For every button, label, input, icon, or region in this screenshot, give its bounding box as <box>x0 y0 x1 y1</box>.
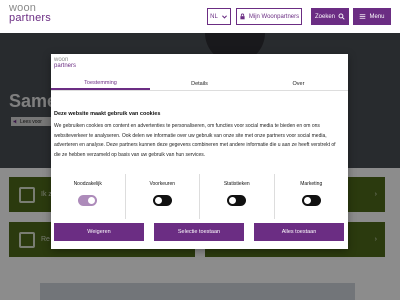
cookie-consent-dialog: woon partners Toestemming Details Over D… <box>51 54 348 249</box>
search-icon <box>338 13 345 20</box>
hamburger-icon <box>360 14 366 19</box>
mijn-woonpartners-label: Mijn Woonpartners <box>248 13 300 20</box>
language-label: NL <box>210 13 218 20</box>
tab-over[interactable]: Over <box>249 78 348 90</box>
chevron-down-icon <box>221 15 227 19</box>
preferences-toggle[interactable] <box>152 195 172 206</box>
allow-all-button[interactable]: Alles toestaan <box>254 223 344 241</box>
category-statistics: Statistieken <box>200 174 275 219</box>
category-necessary: Noodzakelijk <box>51 174 126 219</box>
dialog-title: Deze website maakt gebruik van cookies <box>54 111 161 117</box>
marketing-toggle[interactable] <box>301 195 321 206</box>
mijn-woonpartners-button[interactable]: Mijn Woonpartners <box>236 8 302 25</box>
category-label: Marketing <box>300 181 323 187</box>
menu-label: Menu <box>369 13 385 20</box>
consent-categories: Noodzakelijk Voorkeuren Statistieken Mar… <box>51 174 348 219</box>
category-preferences: Voorkeuren <box>126 174 200 219</box>
language-select[interactable]: NL <box>207 8 231 25</box>
site-logo[interactable]: woon partners <box>9 3 51 24</box>
menu-button[interactable]: Menu <box>353 8 391 25</box>
dialog-body-text: We gebruiken cookies om content en adver… <box>54 123 336 158</box>
dialog-logo: woon partners <box>54 57 76 69</box>
category-label: Noodzakelijk <box>73 181 102 187</box>
deny-button[interactable]: Weigeren <box>54 223 144 241</box>
site-header: woon partners NL Mijn Woonpartners Zoeke… <box>0 0 400 33</box>
necessary-toggle[interactable] <box>78 195 98 206</box>
tab-details[interactable]: Details <box>150 78 249 90</box>
statistics-toggle[interactable] <box>227 195 247 206</box>
tab-toestemming[interactable]: Toestemming <box>51 78 150 90</box>
category-label: Statistieken <box>223 181 250 187</box>
category-marketing: Marketing <box>275 174 349 219</box>
allow-selection-button[interactable]: Selectie toestaan <box>154 223 244 241</box>
logo-line-2: partners <box>9 12 51 24</box>
lock-icon <box>240 13 245 20</box>
dialog-logo-line-2: partners <box>54 63 77 69</box>
category-label: Voorkeuren <box>149 181 176 187</box>
search-button[interactable]: Zoeken <box>311 8 349 25</box>
search-label: Zoeken <box>314 13 335 20</box>
consent-tabs: Toestemming Details Over <box>51 78 348 91</box>
